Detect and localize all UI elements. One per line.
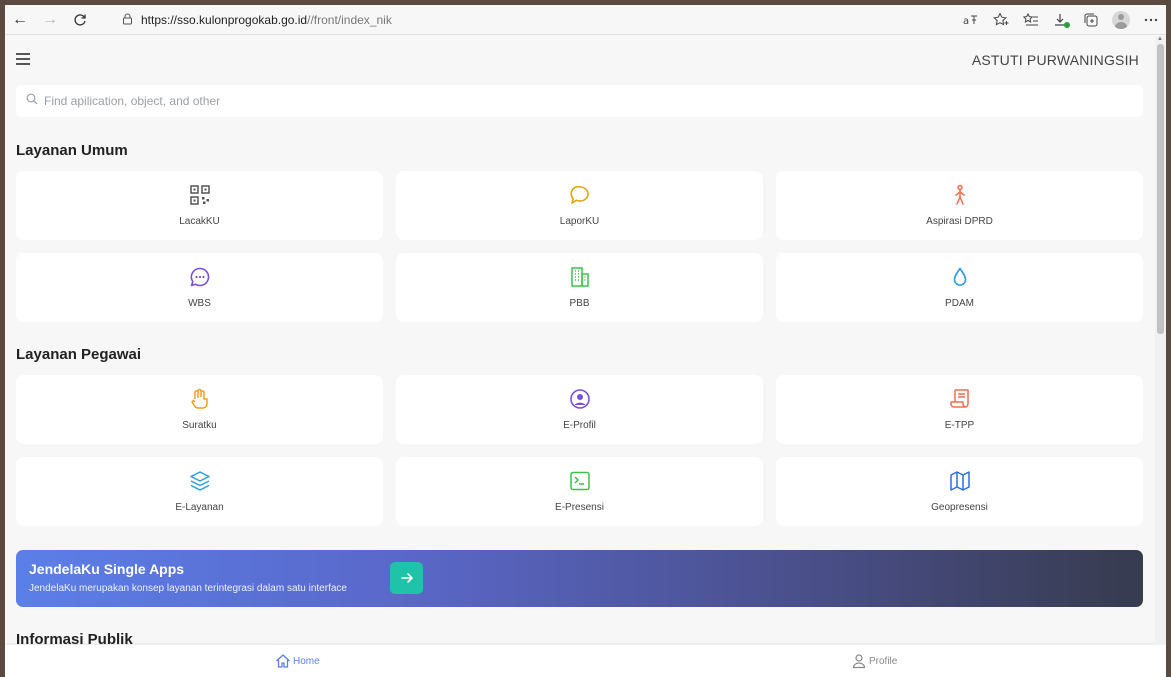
svg-text:a: a: [963, 16, 969, 26]
layanan-umum-grid: LacakKU LaporKU Aspirasi DPRD WBS PBB PD…: [16, 171, 1143, 322]
hand-icon: [190, 388, 208, 409]
nav-profile-label: Profile: [869, 655, 898, 667]
scroll-up-arrow-icon[interactable]: ▲: [1157, 36, 1163, 42]
user-icon: [852, 654, 866, 669]
service-card-e-presensi[interactable]: E-Presensi: [396, 457, 763, 526]
arrow-right-icon: [400, 573, 413, 583]
reload-icon[interactable]: [65, 5, 95, 35]
service-card-wbs[interactable]: WBS: [16, 253, 383, 322]
web-page: ASTUTI PURWANINGSIH Layanan Umum LacakKU: [5, 36, 1166, 677]
section-title-layanan-pegawai: Layanan Pegawai: [16, 346, 142, 363]
page-scrollbar[interactable]: ▲: [1155, 36, 1166, 645]
bottom-navigation: Home Profile: [5, 645, 1166, 677]
service-card-laporku[interactable]: LaporKU: [396, 171, 763, 240]
scrollbar-thumb[interactable]: [1157, 44, 1164, 334]
collections-icon[interactable]: [1076, 5, 1106, 35]
service-label: PBB: [569, 298, 590, 309]
search-icon: [26, 92, 38, 110]
service-label: E-TPP: [944, 420, 975, 431]
walking-person-icon: [954, 184, 965, 205]
jendelaku-banner: JendelaKu Single Apps JendelaKu merupaka…: [16, 550, 1143, 607]
forward-icon[interactable]: →: [35, 5, 65, 35]
service-label: WBS: [188, 298, 211, 309]
download-status-dot: [1064, 22, 1070, 28]
hamburger-menu-icon[interactable]: [16, 53, 30, 68]
back-icon[interactable]: ←: [5, 5, 35, 35]
service-label: PDAM: [945, 298, 974, 309]
address-bar[interactable]: https://sso.kulonprogokab.go.id//front/i…: [122, 10, 392, 30]
home-icon: [276, 654, 290, 668]
browser-window: ← → https://sso.kulonprogokab.go.id//fro…: [5, 5, 1166, 677]
search-input[interactable]: [44, 94, 944, 108]
url-host: https://sso.kulonprogokab.go.id: [141, 13, 308, 27]
favorites-list-icon[interactable]: [1016, 5, 1046, 35]
service-label: E-Presensi: [555, 502, 604, 513]
layers-icon: [189, 471, 210, 491]
message-dots-icon: [190, 267, 209, 287]
nav-home-label: Home: [293, 655, 320, 667]
nav-profile[interactable]: Profile: [851, 653, 897, 669]
chat-bubble-icon: [569, 185, 589, 204]
service-label: E-Profil: [563, 420, 596, 431]
service-card-e-tpp[interactable]: E-TPP: [776, 375, 1143, 444]
qr-code-icon: [189, 185, 210, 205]
read-aloud-icon[interactable]: a: [956, 5, 986, 35]
banner-title: JendelaKu Single Apps: [29, 561, 185, 577]
user-circle-icon: [569, 389, 590, 409]
section-title-layanan-umum: Layanan Umum: [16, 142, 128, 159]
map-icon: [949, 471, 970, 491]
service-label: LaporKU: [559, 216, 600, 227]
favorite-star-icon[interactable]: [986, 5, 1016, 35]
service-card-pbb[interactable]: PBB: [396, 253, 763, 322]
service-card-e-profil[interactable]: E-Profil: [396, 375, 763, 444]
service-label: Geopresensi: [931, 502, 988, 513]
search-bar[interactable]: [16, 85, 1143, 117]
username-label[interactable]: ASTUTI PURWANINGSIH: [972, 52, 1139, 68]
app-header: ASTUTI PURWANINGSIH: [5, 36, 1166, 82]
browser-toolbar: ← → https://sso.kulonprogokab.go.id//fro…: [5, 5, 1166, 35]
service-card-pdam[interactable]: PDAM: [776, 253, 1143, 322]
service-card-suratku[interactable]: Suratku: [16, 375, 383, 444]
receipt-icon: [949, 389, 969, 408]
building-icon: [570, 267, 589, 287]
banner-go-button[interactable]: [390, 562, 423, 594]
service-label: Aspirasi DPRD: [926, 216, 993, 227]
service-label: E-Layanan: [175, 502, 224, 513]
service-card-geopresensi[interactable]: Geopresensi: [776, 457, 1143, 526]
banner-subtitle: JendelaKu merupakan konsep layanan terin…: [29, 583, 347, 594]
terminal-icon: [569, 471, 590, 491]
more-menu-icon[interactable]: [1136, 5, 1166, 35]
lock-icon: [122, 13, 133, 28]
service-card-e-layanan[interactable]: E-Layanan: [16, 457, 383, 526]
layanan-pegawai-grid: Suratku E-Profil E-TPP E-Layanan E-Prese…: [16, 375, 1143, 526]
service-card-aspirasi-dprd[interactable]: Aspirasi DPRD: [776, 171, 1143, 240]
downloads-icon[interactable]: [1046, 5, 1076, 35]
service-label: LacakKU: [179, 216, 220, 227]
nav-home[interactable]: Home: [275, 653, 320, 669]
water-drop-icon: [953, 267, 966, 286]
profile-avatar-icon[interactable]: [1106, 5, 1136, 35]
service-card-lacakku[interactable]: LacakKU: [16, 171, 383, 240]
service-label: Suratku: [182, 420, 217, 431]
url-path: //front/index_nik: [307, 13, 392, 27]
